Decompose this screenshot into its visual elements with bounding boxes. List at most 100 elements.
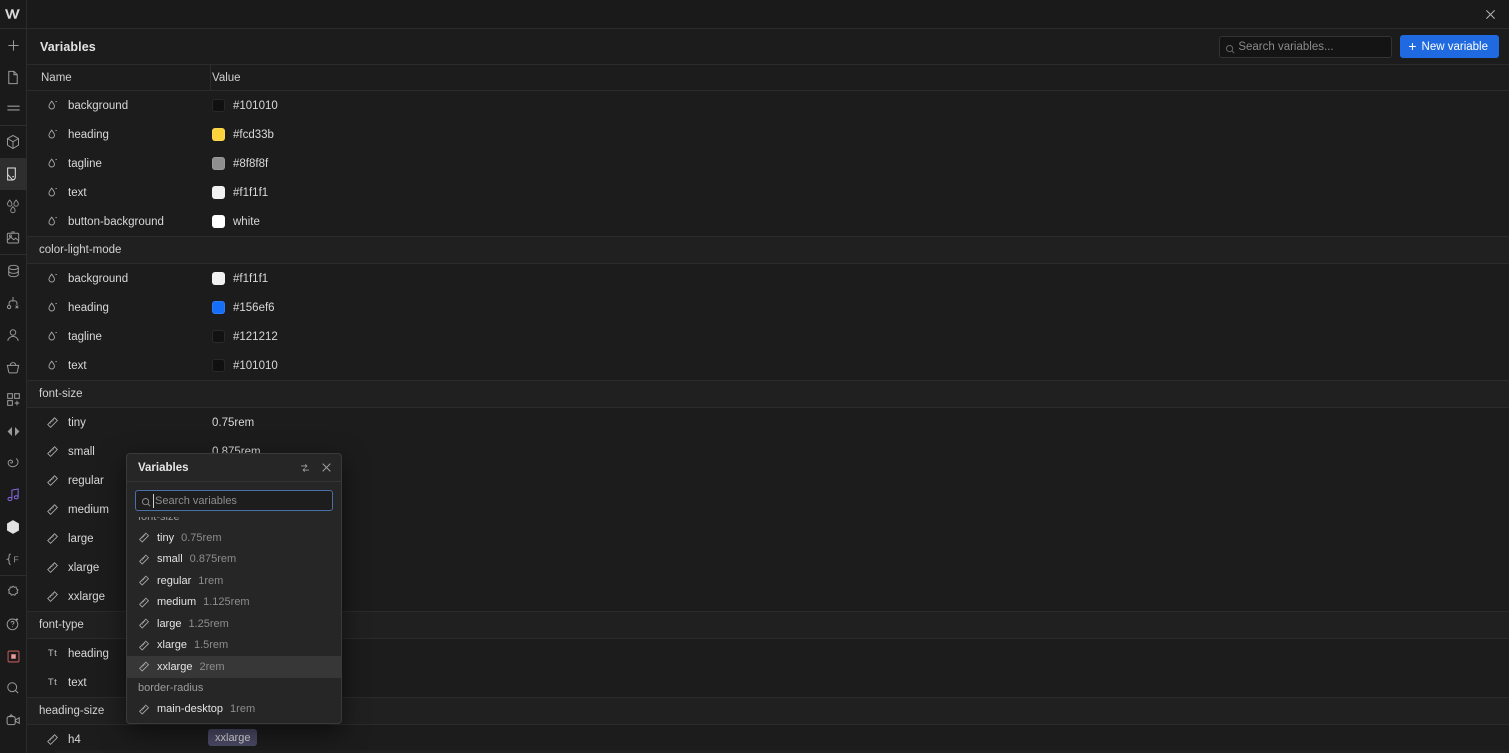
table-row[interactable]: text #f1f1f1 (27, 178, 1509, 207)
sidebar-item-video[interactable] (0, 640, 27, 672)
group-label: font-type (39, 619, 84, 631)
color-swatch[interactable] (212, 186, 225, 199)
text-caret (153, 494, 154, 508)
new-variable-button[interactable]: + New variable (1400, 35, 1499, 58)
sidebar-item-apps[interactable] (0, 383, 27, 415)
variable-name-label: xlarge (68, 561, 100, 574)
search-icon (141, 495, 152, 513)
size-variable-icon (46, 532, 59, 545)
sidebar-item-pages[interactable] (0, 61, 27, 93)
popup-list-item[interactable]: large 1.25rem (127, 613, 341, 635)
sidebar-item-audit[interactable] (0, 447, 27, 479)
popup-list-item[interactable]: main-desktop 1rem (127, 699, 341, 721)
variable-value-cell: #101010 (210, 359, 278, 372)
color-swatch[interactable] (212, 215, 225, 228)
popup-list-item[interactable]: xlarge 1.5rem (127, 635, 341, 657)
variable-value-label: #156ef6 (233, 301, 275, 314)
sidebar-item-help[interactable] (0, 608, 27, 640)
close-icon[interactable] (1481, 5, 1499, 23)
table-row[interactable]: background #101010 (27, 91, 1509, 120)
variable-name-label: background (68, 99, 129, 112)
webflow-logo[interactable] (0, 0, 27, 28)
table-row[interactable]: background #f1f1f1 (27, 264, 1509, 293)
sidebar-item-search[interactable] (0, 672, 27, 704)
sidebar-item-assets[interactable] (0, 222, 27, 254)
color-swatch[interactable] (212, 157, 225, 170)
sidebar-item-style-panel[interactable] (0, 158, 27, 190)
sidebar-item-cms[interactable] (0, 255, 27, 287)
search-input[interactable] (1238, 40, 1392, 53)
panel-header: Variables + New variable (27, 28, 1509, 65)
table-row[interactable]: text #101010 (27, 351, 1509, 380)
popup-variable-list[interactable]: font-size tiny 0.75rem small 0.875rem regular… (127, 517, 341, 723)
sidebar-item-navigator[interactable] (0, 93, 27, 125)
popup-close-icon[interactable] (319, 460, 334, 475)
sidebar-item-ecommerce[interactable] (0, 351, 27, 383)
popup-search-box[interactable] (135, 490, 333, 511)
variable-name-cell: tagline (27, 157, 210, 170)
color-swatch[interactable] (212, 99, 225, 112)
sidebar-item-video-tutorials[interactable] (0, 704, 27, 736)
popup-item-value: 1rem (198, 574, 224, 587)
variable-name-label: background (68, 272, 129, 285)
table-row[interactable]: button-background white (27, 207, 1509, 236)
color-swatch[interactable] (212, 359, 225, 372)
color-swatch[interactable] (212, 272, 225, 285)
group-label: heading-size (39, 705, 105, 717)
size-variable-icon (138, 639, 150, 651)
color-swatch[interactable] (212, 330, 225, 343)
sidebar-item-code[interactable]: F (0, 543, 27, 575)
color-swatch[interactable] (212, 128, 225, 141)
group-label: color-light-mode (39, 244, 122, 256)
popup-title: Variables (138, 461, 189, 474)
table-row[interactable]: heading #156ef6 (27, 293, 1509, 322)
variable-value-label: #8f8f8f (233, 157, 269, 170)
popup-item-value: 0.875rem (189, 553, 237, 566)
size-variable-icon (138, 618, 150, 630)
popup-list-item[interactable]: medium 1.125rem (127, 592, 341, 614)
variable-value-label: #101010 (233, 99, 278, 112)
color-variable-icon (46, 99, 59, 112)
variable-name-cell: heading (27, 128, 210, 141)
group-label: font-size (39, 388, 83, 400)
sidebar-item-components[interactable] (0, 126, 27, 158)
sidebar-item-variables[interactable] (0, 190, 27, 222)
variable-name-cell: text (27, 186, 210, 199)
variable-name-cell: tagline (27, 330, 210, 343)
variable-name-label: tagline (68, 330, 102, 343)
table-row[interactable]: tagline #8f8f8f (27, 149, 1509, 178)
variables-popup: Variables font-sizetiny0.75remsmall0.87 (126, 453, 342, 724)
variable-group-header[interactable]: font-size (27, 380, 1509, 408)
popup-list-item[interactable]: small 0.875rem (127, 549, 341, 571)
sidebar-item-users[interactable] (0, 319, 27, 351)
table-row[interactable]: tagline #121212 (27, 322, 1509, 351)
table-row[interactable]: heading #fcd33b (27, 120, 1509, 149)
size-variable-icon (46, 445, 59, 458)
search-variables-box[interactable] (1219, 35, 1393, 58)
sidebar-item-motion[interactable] (0, 479, 27, 511)
variable-name-label: heading (68, 647, 109, 660)
swap-icon[interactable] (297, 460, 312, 475)
color-variable-icon (46, 272, 59, 285)
sidebar-item-add-element[interactable] (0, 29, 27, 61)
sidebar-item-libraries[interactable] (0, 511, 27, 543)
sidebar-item-ai[interactable] (0, 576, 27, 608)
size-variable-icon (46, 590, 59, 603)
font-variable-icon: Tt (47, 648, 58, 659)
page-title: Variables (40, 39, 96, 54)
popup-list-item[interactable]: xxlarge 2rem (127, 656, 341, 678)
table-row[interactable]: tiny 0.75rem (27, 408, 1509, 437)
variable-value-cell: 0.75rem (210, 417, 254, 429)
sidebar-item-interactions[interactable] (0, 415, 27, 447)
size-variable-icon (46, 561, 59, 574)
sidebar-item-logic[interactable] (0, 287, 27, 319)
variable-group-header[interactable]: color-light-mode (27, 236, 1509, 264)
plus-icon: + (1408, 38, 1417, 54)
variable-name-label: button-background (68, 215, 164, 228)
popup-search-input[interactable] (155, 494, 332, 507)
popup-list-item[interactable]: tiny 0.75rem (127, 527, 341, 549)
popup-item-name: tiny (157, 531, 175, 544)
variable-value-cell: #121212 (210, 330, 278, 343)
popup-list-item[interactable]: regular 1rem (127, 570, 341, 592)
color-swatch[interactable] (212, 301, 225, 314)
